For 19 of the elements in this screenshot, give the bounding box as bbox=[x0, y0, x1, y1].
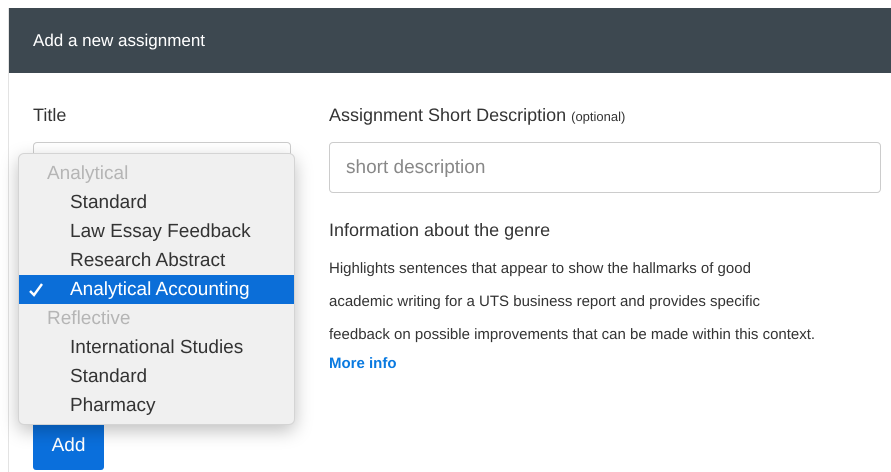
description-field[interactable]: short description bbox=[329, 142, 881, 193]
add-button[interactable]: Add bbox=[33, 422, 104, 470]
menu-option[interactable]: Analytical Accounting bbox=[19, 275, 294, 304]
check-icon bbox=[28, 282, 44, 298]
menu-option[interactable]: Standard bbox=[19, 362, 294, 391]
description-label: Assignment Short Description bbox=[329, 104, 566, 126]
panel-title: Add a new assignment bbox=[33, 30, 205, 50]
menu-group-label: Analytical bbox=[46, 162, 130, 186]
genre-description: Highlights sentences that appear to show the hallmarks of good academic writing for a UTS business report and provides specific feedback on possible improvements that can be made within this context. bbox=[329, 259, 816, 345]
menu-option[interactable]: Standard bbox=[19, 188, 294, 217]
menu-option[interactable]: Pharmacy bbox=[19, 391, 294, 420]
title-label: Title bbox=[33, 104, 68, 126]
optional-note: (optional) bbox=[571, 109, 626, 124]
menu-group-label: Reflective bbox=[46, 306, 132, 330]
menu-option[interactable]: Law Essay Feedback bbox=[19, 217, 294, 246]
menu-option[interactable]: Research Abstract bbox=[19, 246, 294, 275]
menu-option[interactable]: International Studies bbox=[19, 333, 294, 362]
genre-heading: Information about the genre bbox=[329, 220, 552, 241]
more-info-link[interactable]: More info bbox=[329, 355, 396, 372]
